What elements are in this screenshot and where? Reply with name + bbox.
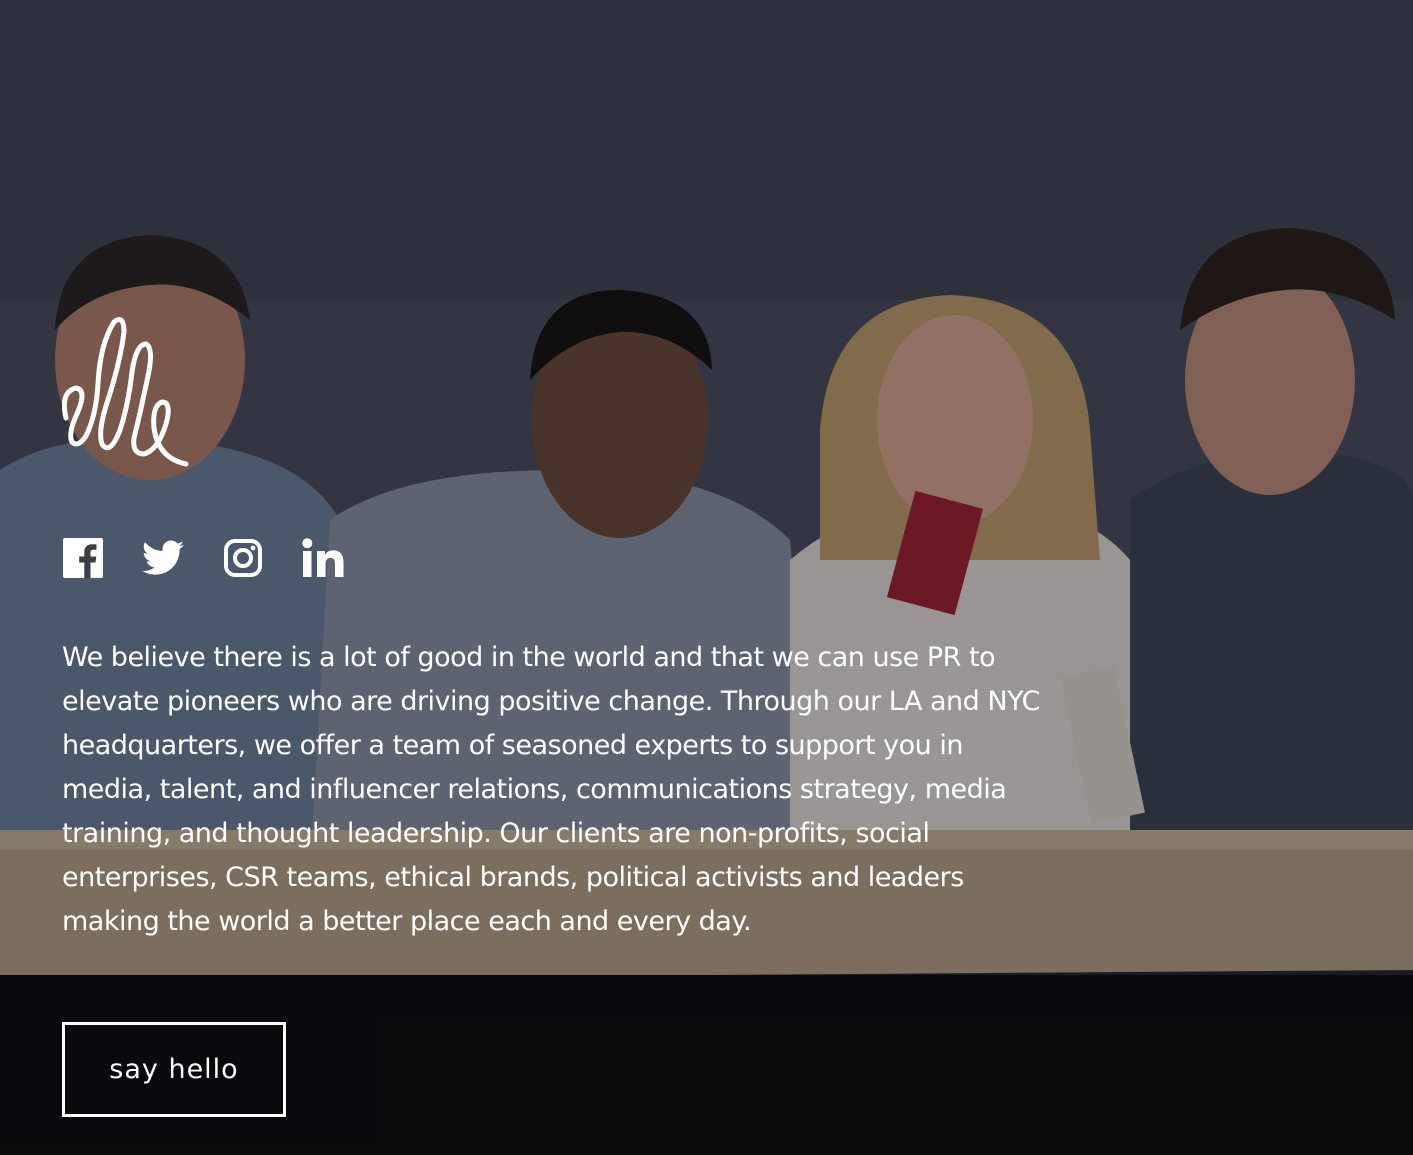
instagram-link[interactable]	[222, 537, 264, 579]
linkedin-icon	[302, 538, 344, 578]
hero-content: We believe there is a lot of good in the…	[61, 0, 1062, 1155]
facebook-link[interactable]	[62, 537, 104, 579]
twitter-link[interactable]	[142, 537, 184, 579]
twitter-icon	[142, 540, 184, 576]
facebook-icon	[63, 538, 103, 578]
mission-statement: We believe there is a lot of good in the…	[62, 642, 1040, 937]
hero-section: We believe there is a lot of good in the…	[0, 0, 1413, 1155]
linkedin-link[interactable]	[302, 537, 344, 579]
brand-logo[interactable]	[61, 314, 192, 470]
social-links	[62, 536, 344, 580]
instagram-icon	[223, 538, 263, 578]
say-hello-button[interactable]: say hello	[62, 1022, 286, 1117]
